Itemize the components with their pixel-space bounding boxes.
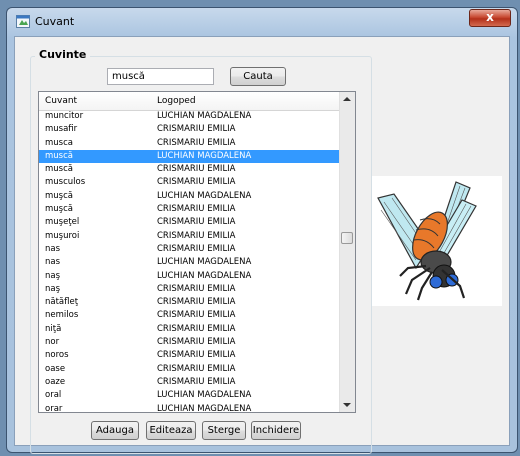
list-row[interactable]: muscă CRISMARIU EMILIA xyxy=(39,163,341,176)
list-row[interactable]: muncitor LUCHIAN MAGDALENA xyxy=(39,110,341,123)
cell-cuvant: nătăfleţ xyxy=(45,297,79,308)
cell-cuvant: naş xyxy=(45,270,61,281)
list-row[interactable]: musculos CRISMARIU EMILIA xyxy=(39,176,341,189)
cell-cuvant: noros xyxy=(45,350,69,361)
cell-logoped: CRISMARIU EMILIA xyxy=(157,243,236,254)
cell-cuvant: muşuroi xyxy=(45,230,80,241)
list-row[interactable]: nas CRISMARIU EMILIA xyxy=(39,243,341,256)
cell-logoped: LUCHIAN MAGDALENA xyxy=(157,150,252,161)
cell-cuvant: nor xyxy=(45,337,60,348)
list-row[interactable]: nemilos CRISMARIU EMILIA xyxy=(39,309,341,322)
cell-logoped: CRISMARIU EMILIA xyxy=(157,204,236,215)
cell-cuvant: musafir xyxy=(45,124,78,135)
cell-cuvant: nemilos xyxy=(45,310,79,321)
search-input[interactable] xyxy=(107,68,214,85)
cell-cuvant: muşeţel xyxy=(45,217,80,228)
cell-cuvant: niţă xyxy=(45,323,62,334)
group-legend: Cuvinte xyxy=(35,48,91,61)
list-row[interactable]: naş LUCHIAN MAGDALENA xyxy=(39,270,341,283)
cell-cuvant: musculos xyxy=(45,177,86,188)
app-window-icon xyxy=(16,15,30,28)
cell-logoped: LUCHIAN MAGDALENA xyxy=(157,111,252,121)
cell-logoped: LUCHIAN MAGDALENA xyxy=(157,270,252,281)
cell-logoped: CRISMARIU EMILIA xyxy=(157,230,236,241)
cell-logoped: CRISMARIU EMILIA xyxy=(157,124,236,135)
column-header-logoped[interactable]: Logoped xyxy=(157,96,196,106)
window-title: Cuvant xyxy=(35,15,75,28)
cell-logoped: LUCHIAN MAGDALENA xyxy=(157,190,252,201)
cell-cuvant: muscă xyxy=(45,164,73,175)
list-row[interactable]: nas LUCHIAN MAGDALENA xyxy=(39,256,341,269)
cell-logoped: CRISMARIU EMILIA xyxy=(157,376,236,387)
cell-logoped: CRISMARIU EMILIA xyxy=(157,297,236,308)
cell-cuvant: muşcă xyxy=(45,190,73,201)
cell-logoped: CRISMARIU EMILIA xyxy=(157,350,236,361)
fly-illustration xyxy=(377,181,477,301)
scroll-thumb[interactable] xyxy=(341,232,353,244)
list-row[interactable]: nătăfleţ CRISMARIU EMILIA xyxy=(39,296,341,309)
cell-cuvant: oral xyxy=(45,390,62,401)
list-row[interactable]: muşcă CRISMARIU EMILIA xyxy=(39,203,341,216)
list-row[interactable]: muşcă LUCHIAN MAGDALENA xyxy=(39,190,341,203)
list-row[interactable]: musafir CRISMARIU EMILIA xyxy=(39,123,341,136)
list-row[interactable]: naş CRISMARIU EMILIA xyxy=(39,283,341,296)
search-button[interactable]: Cauta xyxy=(230,67,286,86)
words-list[interactable]: Cuvant Logoped muncitor LUCHIAN MAGDALENA… xyxy=(38,91,356,413)
cell-cuvant: oaze xyxy=(45,376,66,387)
cell-cuvant: muşcă xyxy=(45,204,73,215)
scroll-up-icon[interactable] xyxy=(343,97,351,101)
cell-logoped: CRISMARIU EMILIA xyxy=(157,363,236,374)
cell-logoped: LUCHIAN MAGDALENA xyxy=(157,257,252,268)
list-row[interactable]: muşuroi CRISMARIU EMILIA xyxy=(39,230,341,243)
close-window-button[interactable]: x xyxy=(469,9,511,27)
column-header-cuvant[interactable]: Cuvant xyxy=(45,96,77,106)
list-row[interactable]: orar LUCHIAN MAGDALENA xyxy=(39,403,341,413)
cell-logoped: CRISMARIU EMILIA xyxy=(157,164,236,175)
add-button[interactable]: Adauga xyxy=(91,421,139,440)
cell-cuvant: nas xyxy=(45,243,61,254)
cell-cuvant: oase xyxy=(45,363,66,374)
list-rows: muncitor LUCHIAN MAGDALENA musafir CRISMARI… xyxy=(39,110,341,413)
cell-cuvant: musca xyxy=(45,137,73,148)
list-row[interactable]: noros CRISMARIU EMILIA xyxy=(39,349,341,362)
cell-logoped: CRISMARIU EMILIA xyxy=(157,337,236,348)
list-row[interactable]: oase CRISMARIU EMILIA xyxy=(39,363,341,376)
close-button[interactable]: Inchidere xyxy=(251,421,301,440)
delete-button[interactable]: Sterge xyxy=(202,421,246,440)
list-row[interactable]: nor CRISMARIU EMILIA xyxy=(39,336,341,349)
list-row[interactable]: muscă LUCHIAN MAGDALENA xyxy=(39,149,341,164)
cell-logoped: CRISMARIU EMILIA xyxy=(157,137,236,148)
title-bar[interactable]: Cuvant x xyxy=(7,8,517,36)
list-header: Cuvant Logoped xyxy=(39,92,341,111)
list-row[interactable]: muşeţel CRISMARIU EMILIA xyxy=(39,216,341,229)
cell-cuvant: muncitor xyxy=(45,111,84,121)
cell-logoped: CRISMARIU EMILIA xyxy=(157,177,236,188)
cell-logoped: LUCHIAN MAGDALENA xyxy=(157,390,252,401)
scroll-down-icon[interactable] xyxy=(343,403,351,407)
list-row[interactable]: musca CRISMARIU EMILIA xyxy=(39,137,341,150)
edit-button[interactable]: Editeaza xyxy=(146,421,196,440)
list-row[interactable]: niţă CRISMARIU EMILIA xyxy=(39,323,341,336)
list-row[interactable]: oral LUCHIAN MAGDALENA xyxy=(39,389,341,402)
list-row[interactable]: oaze CRISMARIU EMILIA xyxy=(39,376,341,389)
fly-picture xyxy=(372,176,502,306)
vertical-scrollbar[interactable] xyxy=(339,92,355,412)
cell-logoped: CRISMARIU EMILIA xyxy=(157,323,236,334)
cell-cuvant: orar xyxy=(45,403,63,413)
cell-cuvant: muscă xyxy=(45,150,73,161)
cell-logoped: CRISMARIU EMILIA xyxy=(157,217,236,228)
cell-cuvant: nas xyxy=(45,257,61,268)
cell-logoped: LUCHIAN MAGDALENA xyxy=(157,403,252,413)
cell-logoped: CRISMARIU EMILIA xyxy=(157,283,236,294)
cell-cuvant: naş xyxy=(45,283,61,294)
cell-logoped: CRISMARIU EMILIA xyxy=(157,310,236,321)
